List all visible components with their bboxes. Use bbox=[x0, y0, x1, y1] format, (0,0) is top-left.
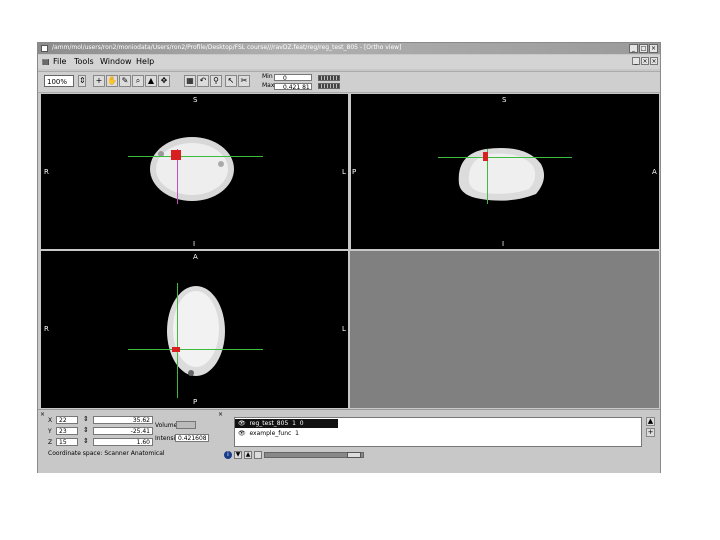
menu-file-icon: ▤ bbox=[42, 57, 50, 66]
orientation-top: S bbox=[502, 96, 507, 104]
layer-name: reg_test_805 bbox=[249, 420, 289, 427]
orientation-left: R bbox=[44, 168, 49, 176]
layer-up-button[interactable]: ▲ bbox=[646, 417, 655, 426]
mdi-minimize-button[interactable]: _ bbox=[632, 57, 640, 65]
settings-icon[interactable]: ✥ bbox=[158, 75, 170, 87]
bottom-panel: × X 22 ⇕ 35.62 Y 23 ⇕ -25.41 Z 15 ⇕ 1.60… bbox=[38, 409, 660, 473]
app-logo-icon bbox=[41, 45, 48, 52]
z-mm-field[interactable]: 1.60 bbox=[93, 438, 153, 446]
intensity-field: 0.421608 bbox=[175, 434, 209, 442]
roi-marker bbox=[171, 150, 181, 160]
layer-up-icon[interactable]: ▲ bbox=[244, 451, 252, 459]
roi-marker bbox=[483, 152, 488, 161]
max-slider[interactable] bbox=[318, 83, 340, 89]
coronal-brain-image bbox=[150, 137, 234, 201]
axial-brain-image bbox=[167, 286, 225, 376]
toolbar: 100% ⇕ + ✋ ✎ ⌕ ▲ ✥ ▦ ↶ ⚲ ↖ ✂ Min 0 Max 0… bbox=[38, 71, 660, 93]
y-spinner[interactable]: ⇕ bbox=[83, 426, 89, 434]
orientation-bottom: I bbox=[193, 240, 196, 248]
orientation-left: P bbox=[352, 168, 357, 176]
mdi-restore-button[interactable]: × bbox=[641, 57, 649, 65]
coordinate-space-label: Coordinate space: Scanner Anatomical bbox=[48, 450, 165, 457]
info-icon[interactable]: i bbox=[224, 451, 232, 459]
x-label: X bbox=[48, 417, 53, 424]
pencil-icon[interactable]: ✎ bbox=[119, 75, 131, 87]
fill-tool-icon[interactable]: ▲ bbox=[145, 75, 157, 87]
empty-view-area bbox=[350, 251, 659, 408]
orientation-bottom: P bbox=[193, 398, 198, 406]
min-slider[interactable] bbox=[318, 75, 340, 81]
window-title: /amm/mol/users/ron2/moniodata/Users/ron2… bbox=[52, 44, 402, 51]
orientation-right: L bbox=[342, 168, 346, 176]
opacity-slider-handle[interactable] bbox=[347, 452, 361, 458]
max-input[interactable]: 0.421 81 bbox=[274, 83, 312, 91]
z-label: Z bbox=[48, 439, 53, 446]
layer-value: 1 bbox=[295, 430, 299, 437]
orientation-bottom: I bbox=[502, 240, 505, 248]
menu-help[interactable]: Help bbox=[136, 57, 154, 66]
close-button[interactable]: × bbox=[649, 44, 658, 53]
y-mm-field[interactable]: -25.41 bbox=[93, 427, 153, 435]
menu-bar: ▤ File Tools Window Help _ × × bbox=[38, 55, 660, 69]
close-panel-icon[interactable]: × bbox=[40, 411, 45, 418]
orientation-right: A bbox=[652, 168, 657, 176]
crosshair-vertical bbox=[177, 283, 178, 398]
crosshair-horizontal bbox=[438, 157, 572, 158]
undo-icon[interactable]: ↶ bbox=[197, 75, 209, 87]
x-voxel-field[interactable]: 22 bbox=[56, 416, 78, 424]
zoom-field[interactable]: 100% bbox=[44, 75, 74, 87]
link-icon[interactable]: ⚲ bbox=[210, 75, 222, 87]
menu-tools[interactable]: Tools bbox=[74, 57, 94, 66]
max-label: Max bbox=[262, 82, 275, 89]
minimize-button[interactable]: _ bbox=[629, 44, 638, 53]
orientation-top: S bbox=[193, 96, 198, 104]
orientation-right: L bbox=[342, 325, 346, 333]
sagittal-brain-image bbox=[458, 148, 545, 201]
z-voxel-field[interactable]: 15 bbox=[56, 438, 78, 446]
maximize-button[interactable]: □ bbox=[639, 44, 648, 53]
zoom-spinner[interactable]: ⇕ bbox=[78, 75, 86, 87]
crosshair-horizontal bbox=[128, 349, 263, 350]
layer-name: example_func bbox=[249, 430, 292, 437]
opacity-slider[interactable] bbox=[264, 452, 364, 458]
y-label: Y bbox=[48, 428, 52, 435]
zoom-tool-icon[interactable]: ⌕ bbox=[132, 75, 144, 87]
axial-view[interactable]: A P R L bbox=[41, 251, 348, 408]
layer-list[interactable]: 👁 reg_test_805 1 0 👁 example_func 1 bbox=[234, 417, 642, 447]
menu-file[interactable]: File bbox=[53, 57, 66, 66]
layer-extra: 0 bbox=[299, 420, 304, 427]
volume-label: Volume bbox=[155, 422, 178, 429]
crosshair-icon[interactable]: + bbox=[93, 75, 105, 87]
crosshair-horizontal bbox=[128, 156, 263, 157]
tools-icon[interactable]: ✂ bbox=[238, 75, 250, 87]
title-bar[interactable]: /amm/mol/users/ron2/moniodata/Users/ron2… bbox=[38, 43, 660, 54]
x-spinner[interactable]: ⇕ bbox=[83, 415, 89, 423]
close-layers-icon[interactable]: × bbox=[218, 411, 223, 418]
layer-row[interactable]: 👁 reg_test_805 1 0 bbox=[235, 419, 338, 428]
x-mm-field[interactable]: 35.62 bbox=[93, 416, 153, 424]
menu-window[interactable]: Window bbox=[100, 57, 132, 66]
add-layer-button[interactable]: + bbox=[646, 428, 655, 437]
coronal-view[interactable]: S I R L bbox=[41, 94, 348, 249]
lock-icon[interactable] bbox=[254, 451, 262, 459]
orientation-top: A bbox=[193, 253, 198, 261]
min-input[interactable]: 0 bbox=[274, 74, 312, 82]
volume-field[interactable] bbox=[176, 421, 196, 429]
view-single-icon[interactable]: ▦ bbox=[184, 75, 196, 87]
app-window: /amm/mol/users/ron2/moniodata/Users/ron2… bbox=[37, 42, 661, 473]
cursor-icon[interactable]: ↖ bbox=[225, 75, 237, 87]
z-spinner[interactable]: ⇕ bbox=[83, 437, 89, 445]
pan-hand-icon[interactable]: ✋ bbox=[106, 75, 118, 87]
mdi-close-button[interactable]: × bbox=[650, 57, 658, 65]
layer-value: 1 bbox=[292, 420, 296, 427]
y-voxel-field[interactable]: 23 bbox=[56, 427, 78, 435]
visibility-icon[interactable]: 👁 bbox=[238, 430, 246, 437]
min-label: Min bbox=[262, 73, 273, 80]
orientation-left: R bbox=[44, 325, 49, 333]
layer-row[interactable]: 👁 example_func 1 bbox=[235, 429, 299, 438]
sagittal-view[interactable]: S I P A bbox=[351, 94, 659, 249]
roi-marker bbox=[172, 347, 180, 352]
layer-down-icon[interactable]: ▼ bbox=[234, 451, 242, 459]
visibility-icon[interactable]: 👁 bbox=[238, 420, 246, 427]
